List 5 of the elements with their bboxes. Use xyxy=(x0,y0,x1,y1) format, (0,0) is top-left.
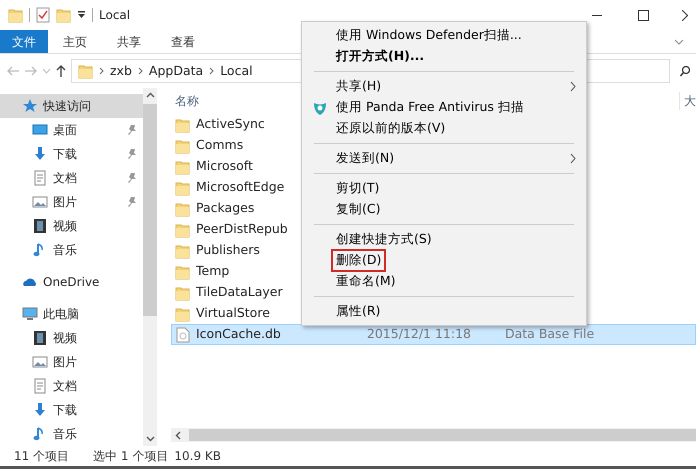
highlight-frame: 删除(D) xyxy=(333,251,384,270)
status-text: 11 个项目 xyxy=(14,448,70,465)
status-text: 10.9 KB xyxy=(174,448,221,465)
window-title: Local xyxy=(99,7,130,24)
status-text: 选中 1 个项目 xyxy=(93,448,168,465)
